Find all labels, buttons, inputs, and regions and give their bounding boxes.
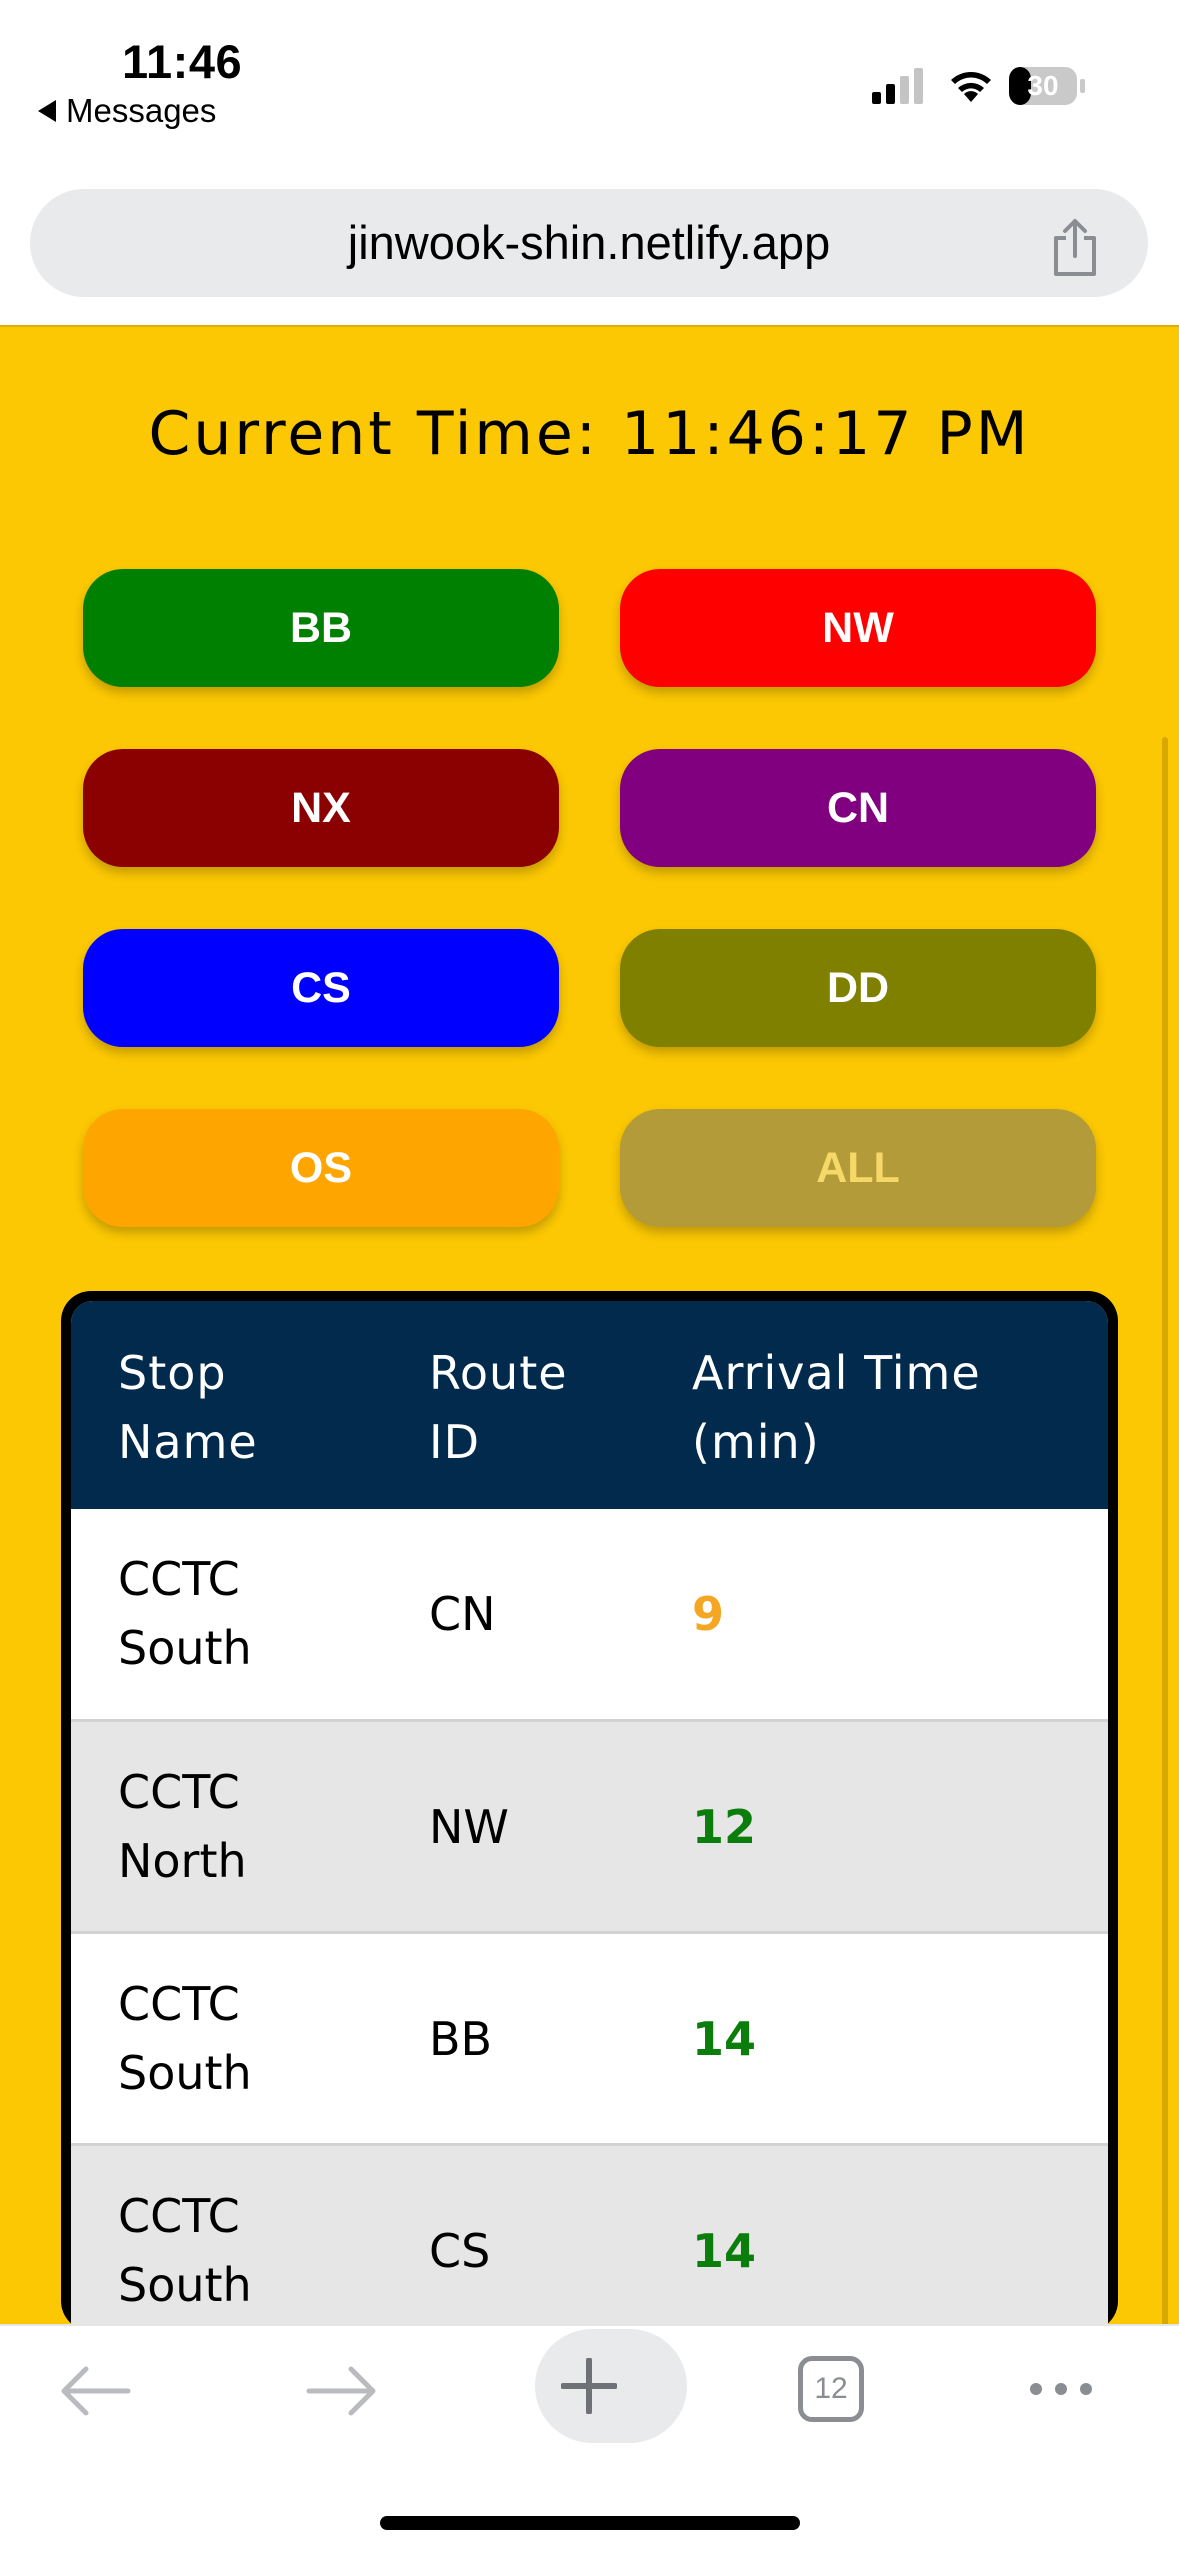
wifi-icon <box>951 72 991 102</box>
url-text[interactable]: jinwook-shin.netlify.app <box>30 189 1148 297</box>
arrivals-table-body: Stop Name Route ID Arrival Time (min) CC… <box>71 1301 1108 2331</box>
cell-arrival-time: 9 <box>692 1587 725 1641</box>
cell-route-id: CS <box>429 2224 491 2278</box>
route-button-dd[interactable]: DD <box>620 929 1096 1047</box>
table-row[interactable]: CCTC South BB 14 <box>71 1931 1108 2144</box>
route-button-nw[interactable]: NW <box>620 569 1096 687</box>
cell-route-id: BB <box>429 2012 493 2066</box>
share-icon[interactable] <box>1048 218 1102 278</box>
back-to-app-link[interactable]: Messages <box>38 92 216 130</box>
route-button-bb[interactable]: BB <box>83 569 559 687</box>
cellular-signal-icon <box>872 68 923 104</box>
table-row[interactable]: CCTC South CS 14 <box>71 2143 1108 2331</box>
cell-route-id: CN <box>429 1587 496 1641</box>
arrivals-table: Stop Name Route ID Arrival Time (min) CC… <box>61 1291 1118 2331</box>
battery-level: 30 <box>1027 70 1059 101</box>
cell-route-id: NW <box>429 1800 509 1854</box>
table-row[interactable]: CCTC South CN 9 <box>71 1509 1108 1719</box>
back-app-label: Messages <box>66 92 217 129</box>
battery-icon: 30 <box>1008 66 1086 106</box>
back-arrow-icon[interactable] <box>58 2366 132 2416</box>
forward-arrow-icon[interactable] <box>305 2366 379 2416</box>
back-triangle-icon <box>38 100 56 122</box>
route-button-os[interactable]: OS <box>83 1109 559 1227</box>
table-row[interactable]: CCTC North NW 12 <box>71 1719 1108 1932</box>
home-indicator <box>380 2516 800 2530</box>
header-route-id: Route ID <box>429 1346 568 1469</box>
table-header-row: Stop Name Route ID Arrival Time (min) <box>71 1301 1108 1509</box>
route-button-all[interactable]: ALL <box>620 1109 1096 1227</box>
tab-switcher-button[interactable]: 12 <box>798 2356 864 2422</box>
plus-icon[interactable] <box>561 2358 617 2414</box>
header-stop-name: Stop Name <box>118 1346 258 1469</box>
page-scrollbar[interactable] <box>1162 737 1168 2507</box>
cell-stop-name: CCTC South <box>118 1977 252 2100</box>
cell-arrival-time: 12 <box>692 1800 757 1854</box>
cell-stop-name: CCTC South <box>118 2189 252 2312</box>
current-time-heading: Current Time: 11:46:17 PM <box>148 399 1031 469</box>
header-arrival-time: Arrival Time (min) <box>692 1346 981 1469</box>
more-options-icon[interactable] <box>1026 2377 1096 2401</box>
status-clock: 11:46 <box>122 35 243 88</box>
address-bar[interactable]: jinwook-shin.netlify.app <box>30 189 1148 297</box>
route-button-nx[interactable]: NX <box>83 749 559 867</box>
cell-arrival-time: 14 <box>692 2224 757 2278</box>
cell-stop-name: CCTC North <box>118 1765 247 1888</box>
status-bar: 11:46 Messages 30 <box>0 0 1179 170</box>
cell-arrival-time: 14 <box>692 2012 757 2066</box>
route-button-cn[interactable]: CN <box>620 749 1096 867</box>
cell-stop-name: CCTC South <box>118 1552 252 1675</box>
route-button-cs[interactable]: CS <box>83 929 559 1047</box>
